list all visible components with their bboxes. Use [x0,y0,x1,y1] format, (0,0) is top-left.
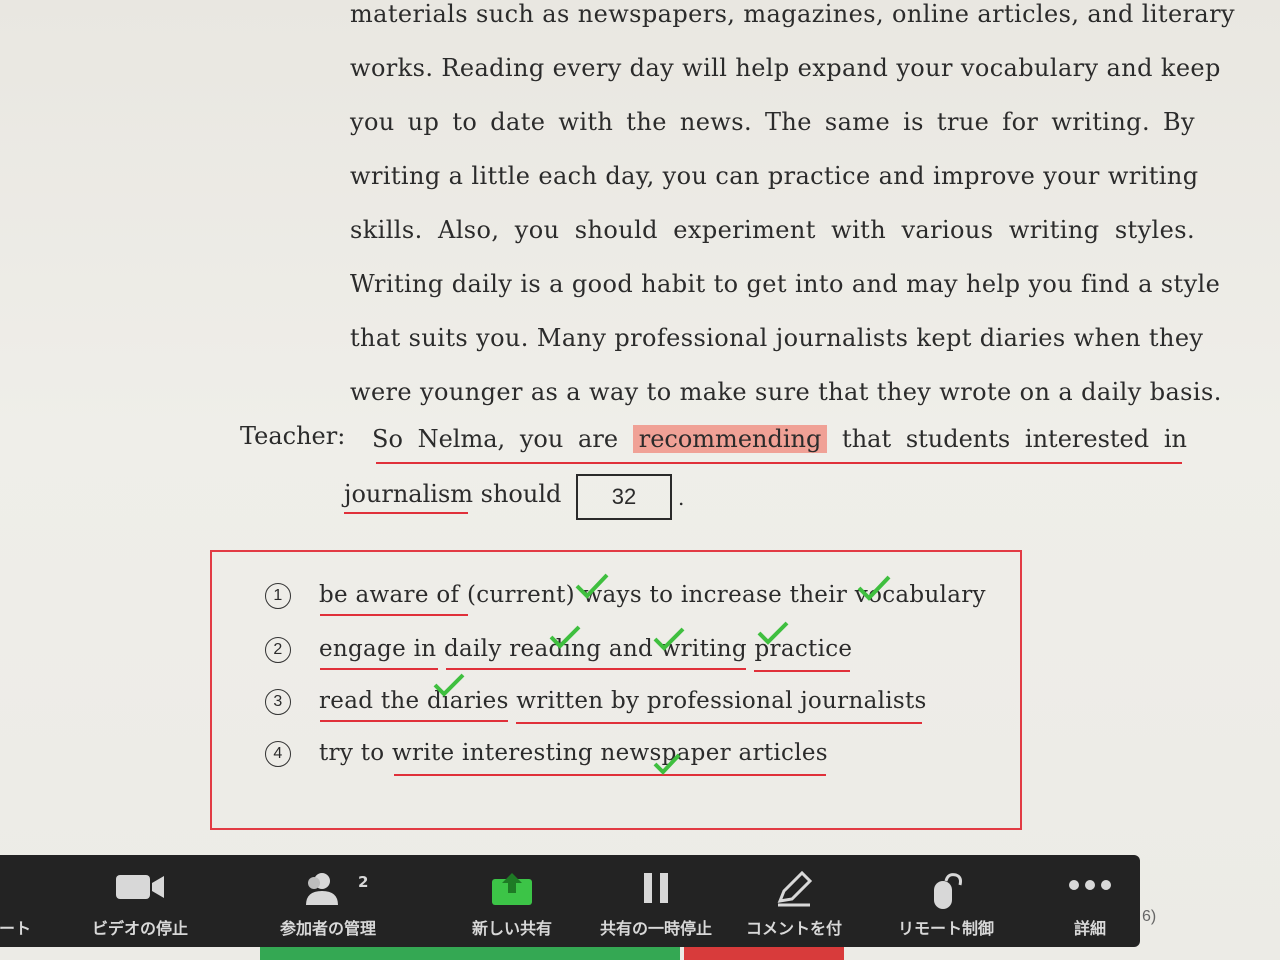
share-screen-icon [492,873,532,905]
toolbar-label: ート [0,919,31,938]
annotation-underline [376,462,1182,464]
passage-line: skills. Also, you should experiment with… [350,216,1195,244]
teacher-word: in [1163,425,1187,453]
passage-line: Writing daily is a good habit to get int… [350,270,1221,298]
teacher-word: are [578,425,619,453]
toolbar-label: 参加者の管理 [279,919,376,938]
shared-document: materials such as newspapers, magazines,… [0,0,1280,860]
stop-share-button[interactable] [684,947,844,960]
remote-control-mouse-icon [934,873,962,909]
more-button[interactable]: 詳細 [1050,855,1130,947]
passage-line: you up to date with the news. The same i… [350,108,1195,136]
participant-count-badge: 2 [358,873,369,891]
highlighted-word: recommending [632,425,828,453]
toolbar-label: 詳細 [1073,919,1106,938]
checkmark-icon [757,621,789,645]
option-3: 3 read the diaries written by professiona… [265,688,927,715]
annotation-underline [516,722,922,724]
checkmark-icon [653,753,681,775]
teacher-word: interested [1024,425,1150,453]
screen-share-toolbar: ート ビデオの停止 2 参加者の管理 新しい共有 共有の一時停止 コメントを付 … [0,855,1140,947]
participants-icon [306,873,338,905]
toolbar-label: 新しい共有 [471,919,552,938]
annotation-underline [394,774,826,776]
sharing-status-bar [260,947,680,960]
annotate-button[interactable]: コメントを付 [734,855,854,947]
option-text: read the diaries written by professional… [319,688,927,714]
toolbar-label: ビデオの停止 [91,919,188,938]
checkmark-icon [857,575,891,601]
option-number: 2 [265,637,291,663]
checkmark-icon [575,573,609,599]
toolbar-label: 共有の一時停止 [599,919,712,938]
sentence-period: . [678,486,685,510]
annotation-underline [320,720,508,722]
speaker-label: Teacher: [240,422,346,450]
passage-line: that suits you. Many professional journa… [350,324,1204,352]
checkmark-icon [433,673,465,697]
teacher-word: you [519,425,564,453]
teacher-word: students [905,425,1011,453]
new-share-button[interactable]: 新しい共有 [454,855,570,947]
toolbar-label: コメントを付 [745,919,842,938]
option-4: 4 try to write interesting newspaper arti… [265,740,828,767]
annotation-underline [754,670,850,672]
checkmark-icon [653,627,685,651]
option-text: try to write interesting newspaper artic… [319,740,828,766]
answer-blank-box: 32 [576,474,672,520]
annotate-pencil-icon [777,871,813,907]
page-side-text: 6) [1142,908,1157,925]
stop-video-button[interactable]: ビデオの停止 [80,855,200,947]
passage-line: writing a little each day, you can pract… [350,162,1199,190]
video-camera-icon [116,875,164,899]
passage-line: were younger as a way to make sure that … [350,378,1222,406]
pause-icon [644,873,668,903]
teacher-question-line2: journalism should [344,480,562,508]
teacher-question-line: So Nelma, you are recommending that stud… [372,425,1187,453]
teacher-word: that [842,425,892,453]
option-number: 3 [265,689,291,715]
option-number: 4 [265,741,291,767]
annotation-underline [344,512,468,514]
option-number: 1 [265,583,291,609]
passage-line: works. Reading every day will help expan… [350,54,1221,82]
annotation-underline [320,614,468,616]
checkmark-icon [549,625,581,649]
annotation-underline [320,668,438,670]
mute-button[interactable]: ート [0,855,40,947]
teacher-word: So [372,425,403,453]
toolbar-label: リモート制御 [897,919,994,938]
passage-line: materials such as newspapers, magazines,… [350,0,1235,28]
teacher-word: Nelma, [417,425,506,453]
manage-participants-button[interactable]: 2 参加者の管理 [266,855,390,947]
annotation-underline [446,668,746,670]
pause-share-button[interactable]: 共有の一時停止 [588,855,724,947]
remote-control-button[interactable]: リモート制御 [886,855,1006,947]
more-icon [1069,880,1111,890]
